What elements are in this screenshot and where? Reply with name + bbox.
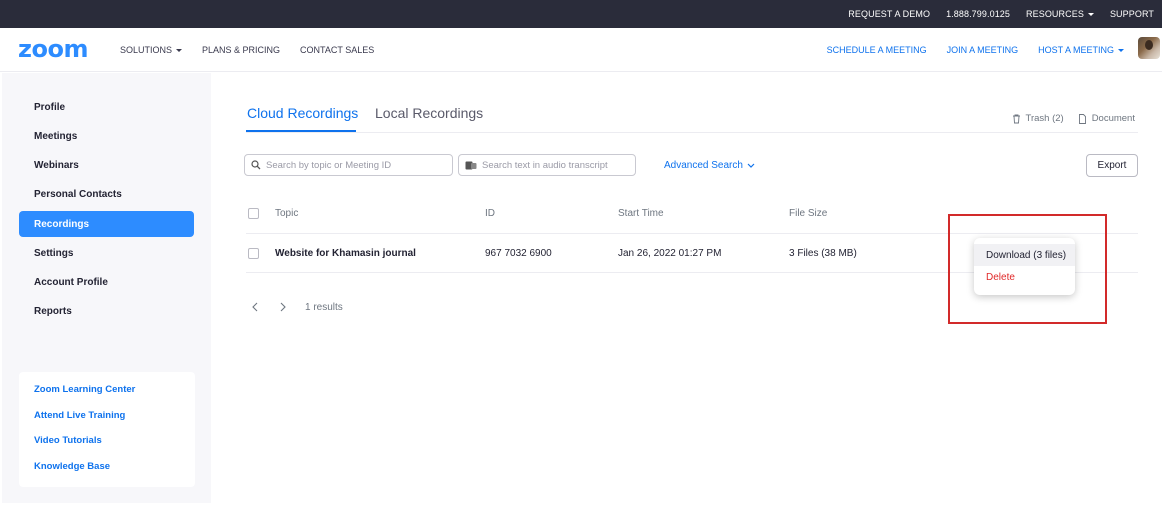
utility-links: REQUEST A DEMO 1.888.799.0125 RESOURCES … [848,0,1154,28]
column-header-file-size[interactable]: File Size [789,208,827,219]
tab-local-recordings[interactable]: Local Recordings [375,105,483,121]
prev-page-button[interactable] [252,302,258,312]
contact-sales-link[interactable]: CONTACT SALES [300,45,374,55]
learning-resources-box: Zoom Learning Center Attend Live Trainin… [19,372,195,487]
document-link[interactable]: Document [1078,113,1135,124]
learning-center-link[interactable]: Zoom Learning Center [34,384,135,395]
phone-number[interactable]: 1.888.799.0125 [946,9,1010,19]
tab-cloud-recordings[interactable]: Cloud Recordings [247,105,358,121]
schedule-meeting-link[interactable]: SCHEDULE A MEETING [827,45,927,55]
host-meeting-label: HOST A MEETING [1038,45,1114,55]
column-header-id[interactable]: ID [485,208,495,219]
sidebar-item-personal-contacts[interactable]: Personal Contacts [19,181,194,207]
column-header-start-time[interactable]: Start Time [618,208,664,219]
next-page-button[interactable] [280,302,286,312]
column-header-topic[interactable]: Topic [275,208,298,219]
support-link[interactable]: SUPPORT [1110,9,1154,19]
live-training-link[interactable]: Attend Live Training [34,410,125,421]
main-nav: zoom SOLUTIONS PLANS & PRICING CONTACT S… [0,28,1162,72]
top-actions: Trash (2) Document [1012,113,1135,124]
recording-start-time: Jan 26, 2022 01:27 PM [618,248,722,259]
recording-topic[interactable]: Website for Khamasin journal [275,248,416,259]
chevron-down-icon [1087,12,1094,16]
top-utility-bar: REQUEST A DEMO 1.888.799.0125 RESOURCES … [0,0,1162,28]
sidebar-item-reports[interactable]: Reports [19,298,194,324]
chevron-down-icon [1118,48,1124,52]
sidebar-item-profile[interactable]: Profile [19,94,194,120]
advanced-search-link[interactable]: Advanced Search [664,160,755,171]
select-all-checkbox[interactable] [248,208,259,219]
annotation-highlight-box [948,214,1107,324]
resources-menu[interactable]: RESOURCES [1026,9,1094,19]
sidebar-item-recordings[interactable]: Recordings [19,211,194,237]
chevron-down-icon [176,48,183,52]
recording-file-size: 3 Files (38 MB) [789,248,857,259]
logo-text: zoom [18,35,88,63]
chevron-down-icon [747,163,755,168]
transcript-placeholder: Search text in audio transcript [482,159,608,171]
sidebar-item-webinars[interactable]: Webinars [19,152,194,178]
trash-icon [1012,114,1020,123]
search-placeholder: Search by topic or Meeting ID [266,159,392,171]
user-avatar[interactable] [1138,37,1160,59]
transcript-search-input[interactable]: Search text in audio transcript [458,154,636,176]
transcript-icon [465,161,477,169]
nav-left-links: SOLUTIONS PLANS & PRICING CONTACT SALES [120,28,374,72]
chevron-left-icon [252,302,258,312]
knowledge-base-link[interactable]: Knowledge Base [34,461,110,472]
export-button[interactable]: Export [1086,154,1138,177]
recording-id: 967 7032 6900 [485,248,552,259]
search-input[interactable]: Search by topic or Meeting ID [244,154,453,176]
tab-divider [246,132,1138,133]
document-label: Document [1091,113,1135,124]
document-icon [1078,113,1086,124]
row-checkbox[interactable] [248,248,259,259]
sidebar-item-account-profile[interactable]: Account Profile [19,269,194,295]
host-meeting-menu[interactable]: HOST A MEETING [1038,45,1124,55]
video-tutorials-link[interactable]: Video Tutorials [34,435,102,446]
plans-pricing-link[interactable]: PLANS & PRICING [202,45,280,55]
sidebar-item-meetings[interactable]: Meetings [19,123,194,149]
trash-label: Trash (2) [1025,113,1064,124]
sidebar-item-settings[interactable]: Settings [19,240,194,266]
nav-right-links: SCHEDULE A MEETING JOIN A MEETING HOST A… [827,28,1124,72]
sidebar: Profile Meetings Webinars Personal Conta… [2,73,211,503]
request-demo-link[interactable]: REQUEST A DEMO [848,9,930,19]
resources-label: RESOURCES [1026,9,1084,19]
chevron-right-icon [280,302,286,312]
solutions-menu[interactable]: SOLUTIONS [120,45,183,55]
results-count: 1 results [305,302,343,313]
zoom-logo[interactable]: zoom [18,35,88,63]
search-icon [251,160,261,170]
advanced-search-label: Advanced Search [664,160,743,171]
join-meeting-link[interactable]: JOIN A MEETING [947,45,1019,55]
solutions-label: SOLUTIONS [120,45,173,55]
trash-link[interactable]: Trash (2) [1012,113,1064,124]
